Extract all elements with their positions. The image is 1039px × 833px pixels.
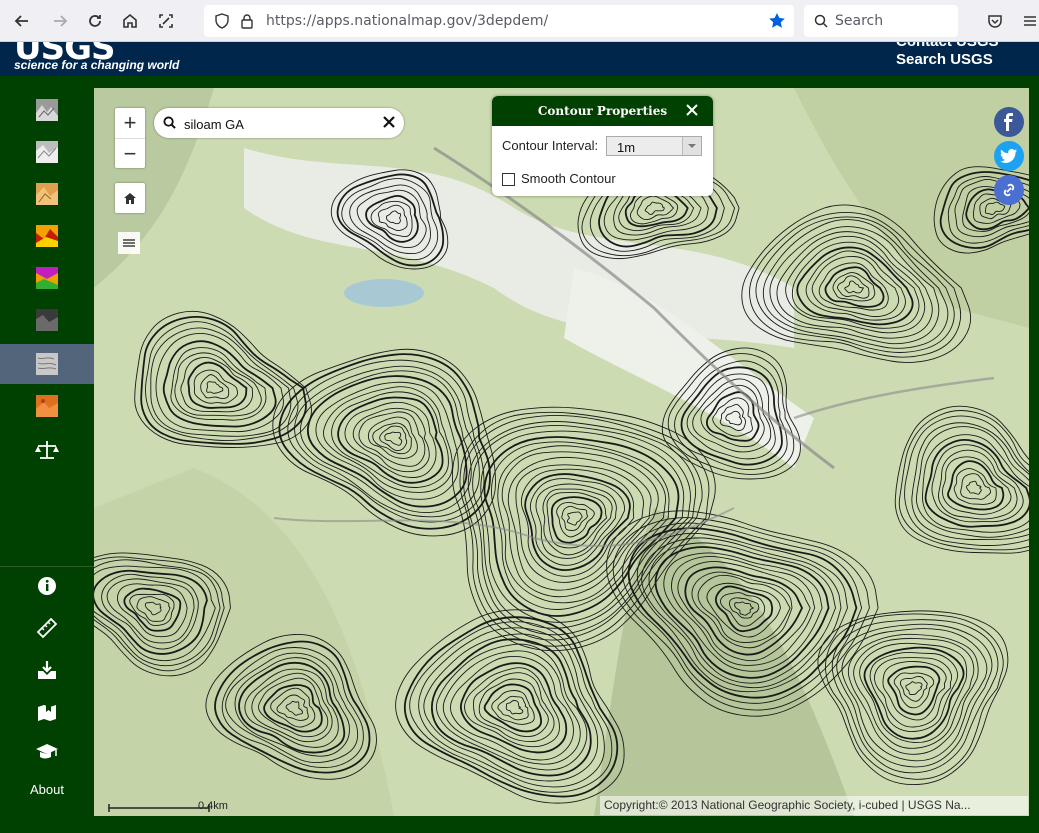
shield-icon — [215, 13, 229, 29]
search-usgs-link[interactable]: Search USGS — [896, 51, 993, 68]
map-search-input[interactable] — [182, 114, 376, 134]
search-placeholder: Search — [835, 13, 884, 29]
slope-degrees-thumbnail — [36, 309, 58, 331]
clear-search-icon[interactable] — [382, 115, 396, 129]
bookmark-button[interactable] — [0, 694, 94, 730]
layers-icon — [123, 239, 135, 247]
home-icon — [123, 13, 137, 28]
search-icon — [163, 116, 176, 129]
info-icon — [38, 577, 56, 595]
sidebar-item-compare[interactable] — [0, 430, 94, 470]
back-arrow-icon — [14, 15, 28, 27]
usgs-tagline: science for a changing world — [14, 58, 180, 72]
basemap-toggle-button[interactable] — [118, 232, 140, 254]
education-button[interactable] — [0, 734, 94, 770]
reload-icon — [89, 15, 101, 27]
address-bar[interactable]: https://apps.nationalmap.gov/3depdem/ — [204, 5, 794, 37]
sidebar: About — [0, 88, 94, 816]
url-host: https://apps.nationalmap.gov — [266, 13, 473, 29]
back-button[interactable] — [10, 9, 34, 33]
panel-title: Contour Properties — [492, 96, 713, 126]
sidebar-item-contours[interactable] — [0, 344, 94, 384]
elevation-thumbnail — [36, 395, 58, 417]
facebook-icon — [1004, 113, 1013, 131]
url-text: https://apps.nationalmap.gov/3depdem/ — [266, 13, 548, 29]
screenshot-icon — [159, 14, 173, 28]
aspect-thumbnail — [36, 183, 58, 205]
sidebar-item-aspect[interactable] — [0, 174, 94, 214]
twitter-share-button[interactable] — [994, 141, 1024, 171]
contours-thumbnail — [36, 353, 58, 375]
download-icon — [38, 661, 56, 679]
chevron-down-icon — [682, 137, 701, 155]
scale-label: 0.4km — [198, 800, 228, 812]
facebook-share-button[interactable] — [994, 107, 1024, 137]
map-search-box[interactable] — [154, 108, 404, 138]
bottom-border — [0, 816, 1039, 833]
slope-thumbnail — [36, 225, 58, 247]
smooth-contour-label: Smooth Contour — [521, 171, 616, 186]
zoom-in-button[interactable]: + — [115, 108, 145, 138]
bookmark-star-icon[interactable] — [768, 12, 786, 30]
sidebar-item-elevation[interactable] — [0, 386, 94, 426]
copy-link-button[interactable] — [994, 175, 1024, 205]
sidebar-item-slope-degrees[interactable] — [0, 300, 94, 340]
sidebar-divider — [0, 566, 94, 567]
topographic-map — [94, 88, 1029, 816]
ruler-icon — [36, 617, 58, 639]
usgs-header: USGS science for a changing world Contac… — [0, 42, 1039, 76]
hillshade-gray-thumbnail — [36, 99, 58, 121]
scale-balance-icon — [35, 441, 59, 459]
menu-icon[interactable] — [1023, 14, 1037, 28]
hillshade-multi-thumbnail — [36, 141, 58, 163]
link-icon — [1003, 183, 1015, 197]
header-divider — [0, 76, 1039, 88]
url-path: /3depdem/ — [472, 13, 549, 29]
tinted-thumbnail — [36, 267, 58, 289]
smooth-contour-checkbox[interactable] — [502, 173, 515, 186]
info-button[interactable] — [0, 568, 94, 604]
lock-icon — [241, 14, 253, 29]
map-view[interactable] — [94, 88, 1029, 816]
map-home-button[interactable] — [115, 183, 145, 213]
home-icon — [124, 193, 136, 204]
contour-interval-label: Contour Interval: — [502, 138, 599, 153]
right-border — [1029, 88, 1039, 816]
contour-interval-value: 1m — [617, 140, 636, 155]
sidebar-item-hillshade-multi[interactable] — [0, 132, 94, 172]
forward-arrow-icon — [54, 15, 68, 27]
download-button[interactable] — [0, 652, 94, 688]
sidebar-item-tinted[interactable] — [0, 258, 94, 298]
about-link[interactable]: About — [0, 782, 94, 797]
browser-toolbar: https://apps.nationalmap.gov/3depdem/ Se… — [0, 0, 1039, 42]
map-book-icon — [38, 704, 56, 721]
pocket-icon[interactable] — [987, 13, 1003, 29]
zoom-out-button[interactable]: − — [115, 138, 145, 169]
contour-interval-select[interactable]: 1m — [606, 136, 702, 156]
map-attribution: Copyright:© 2013 National Geographic Soc… — [600, 796, 1028, 815]
forward-button[interactable] — [48, 9, 72, 33]
zoom-control: + − — [115, 108, 145, 168]
twitter-icon — [1000, 148, 1017, 163]
sidebar-item-slope[interactable] — [0, 216, 94, 256]
screenshot-button[interactable] — [154, 9, 178, 33]
measure-button[interactable] — [0, 610, 94, 646]
browser-search-box[interactable]: Search — [804, 5, 958, 37]
contour-properties-panel: Contour Properties Contour Interval: 1m … — [492, 96, 713, 196]
reload-button[interactable] — [83, 9, 107, 33]
sidebar-item-hillshade-gray[interactable] — [0, 90, 94, 130]
graduation-cap-icon — [36, 744, 58, 759]
contact-usgs-link[interactable]: Contact USGS — [896, 42, 999, 50]
search-icon — [814, 14, 828, 28]
close-icon[interactable] — [684, 102, 700, 118]
home-browser-button[interactable] — [118, 9, 142, 33]
